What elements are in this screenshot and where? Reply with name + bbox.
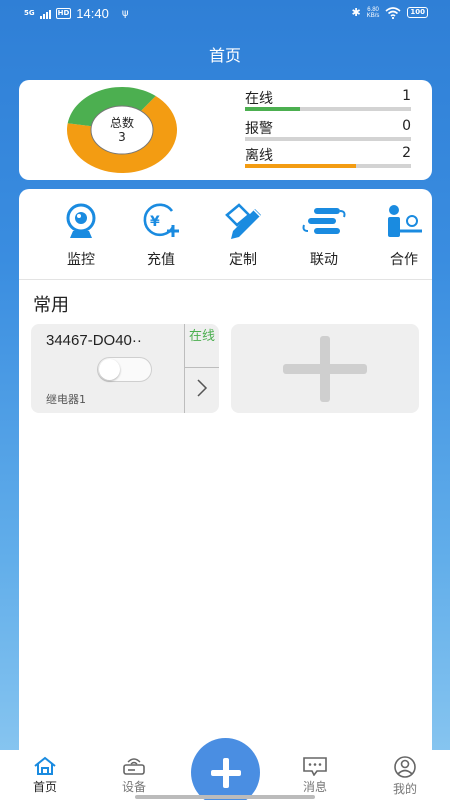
main-card: 监控 ¥ 充值 定制 联动 合作 常用 34467-DO40·· 继电器1 在线 [19, 189, 432, 769]
device-card[interactable]: 34467-DO40·· 继电器1 在线 [31, 324, 219, 413]
nav-label: 消息 [302, 780, 327, 794]
device-status-badge: 在线 [188, 329, 215, 344]
plus-icon [283, 336, 367, 402]
menu-divider [19, 279, 432, 280]
stat-label: 报警 [245, 121, 273, 137]
net-speed-unit: KB/s [366, 12, 380, 19]
favorites-title: 常用 [33, 295, 69, 316]
menu-item-partner[interactable]: 合作 [369, 201, 432, 269]
stat-count: 2 [402, 145, 411, 161]
device-side-panel: 在线 [184, 324, 219, 413]
user-icon [394, 756, 416, 778]
relay-toggle[interactable] [97, 357, 152, 382]
home-indicator[interactable] [135, 795, 315, 799]
menu-item-monitor[interactable]: 监控 [46, 201, 116, 269]
status-bar: 5G HD 14:40 ψ ✱ 6.80 KB/s 100 [0, 0, 450, 30]
stat-row-online[interactable]: 在线 1 [245, 88, 411, 112]
stats-card: 总数 3 在线 1 报警 0 离线 2 [19, 80, 432, 180]
nav-home[interactable]: 首页 [15, 756, 75, 795]
stat-bar-track [245, 137, 411, 141]
toggle-knob [99, 359, 120, 380]
donut-total-value: 3 [118, 130, 126, 144]
menu-label: 监控 [67, 252, 95, 268]
quick-menu: 监控 ¥ 充值 定制 联动 合作 [19, 189, 432, 279]
device-name: 34467-DO40·· [46, 332, 142, 349]
nav-label: 首页 [32, 780, 57, 794]
partner-icon [388, 205, 422, 237]
stat-bar-fill [245, 107, 300, 111]
page-title: 首页 [208, 46, 241, 65]
menu-label: 联动 [310, 252, 338, 268]
stat-label: 离线 [245, 148, 273, 164]
bluetooth-icon: ✱ [351, 6, 361, 19]
nav-devices[interactable]: 设备 [104, 756, 164, 795]
menu-item-recharge[interactable]: ¥ 充值 [126, 201, 196, 269]
nav-label: 设备 [121, 780, 146, 794]
side-divider [185, 367, 219, 368]
menu-label: 合作 [390, 252, 418, 268]
stat-count: 1 [402, 88, 411, 104]
stat-bar-fill [245, 164, 357, 168]
stat-row-offline[interactable]: 离线 2 [245, 145, 411, 169]
menu-item-linkage[interactable]: 联动 [289, 201, 359, 269]
nav-profile[interactable]: 我的 [375, 756, 435, 797]
add-favorite-card[interactable] [231, 324, 419, 413]
message-icon [303, 757, 327, 776]
stat-bar-track [245, 164, 411, 168]
device-channel: 继电器1 [46, 393, 86, 406]
network-type: 5G [24, 9, 35, 17]
stat-row-alarm[interactable]: 报警 0 [245, 118, 411, 142]
stat-label: 在线 [245, 91, 273, 107]
usb-icon: ψ [121, 8, 129, 19]
chevron-right-icon [197, 379, 208, 397]
donut-total-label: 总数 [109, 116, 134, 130]
edit-pencil-icon [225, 203, 261, 239]
stat-bar-track [245, 107, 411, 111]
menu-label: 充值 [147, 252, 175, 268]
clock: 14:40 [76, 6, 109, 21]
signal-icon [39, 9, 51, 19]
hd-badge: HD [55, 8, 72, 19]
menu-item-custom[interactable]: 定制 [208, 201, 278, 269]
nav-label: 我的 [392, 782, 417, 796]
linkage-icon [302, 208, 346, 234]
stat-count: 0 [402, 118, 411, 134]
router-icon [123, 758, 145, 775]
device-donut-chart: 总数 3 [66, 86, 178, 174]
yuan-plus-icon: ¥ [143, 203, 179, 237]
svg-text:¥: ¥ [150, 214, 160, 230]
plus-icon [210, 758, 241, 788]
camera-icon [66, 203, 96, 238]
menu-label: 定制 [229, 252, 257, 268]
home-icon [34, 756, 56, 775]
wifi-icon [385, 6, 401, 19]
battery-icon: 100 [407, 7, 428, 18]
add-device-fab[interactable] [191, 738, 260, 800]
device-detail-button[interactable] [185, 370, 219, 410]
net-speed: 6.80 KB/s [367, 7, 380, 19]
nav-messages[interactable]: 消息 [285, 756, 345, 795]
